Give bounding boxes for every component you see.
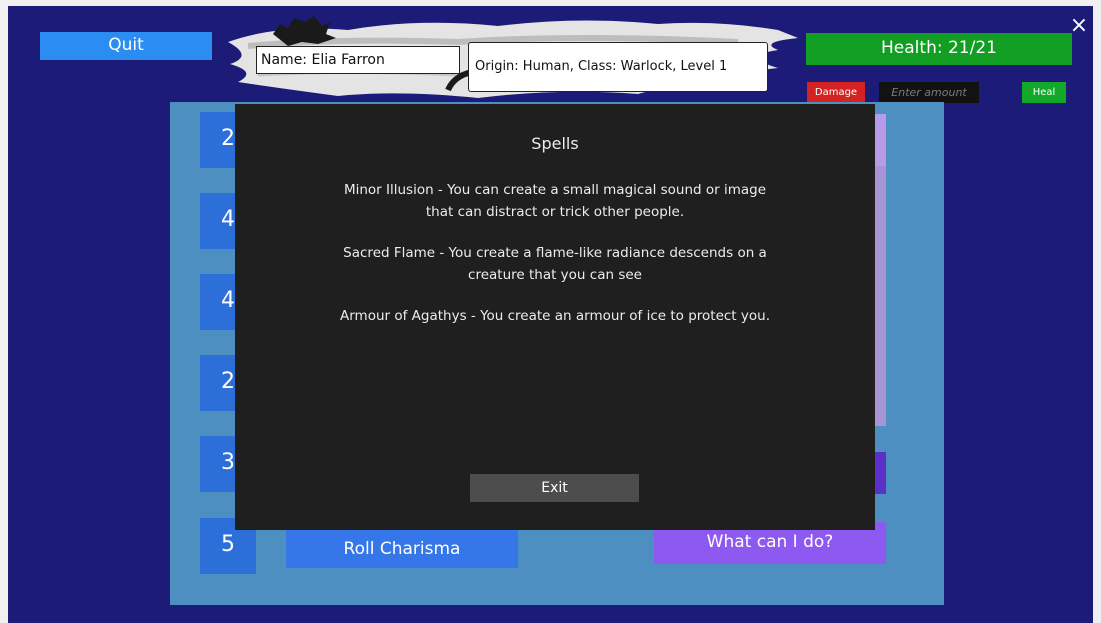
amount-input[interactable] [879, 82, 979, 103]
health-bar: Health: 21/21 [806, 33, 1072, 65]
stat-value: 2 [221, 126, 235, 151]
spell-armour-of-agathys: Armour of Agathys - You create an armour… [340, 308, 770, 324]
heal-button[interactable]: Heal [1022, 82, 1066, 103]
exit-button[interactable]: Exit [470, 474, 639, 502]
spell-minor-illusion: Minor Illusion - You can create a small … [343, 182, 767, 220]
stat-value: 4 [221, 288, 235, 313]
spell-list: Minor Illusion - You can create a small … [275, 179, 835, 346]
roll-charisma-button[interactable]: Roll Charisma [286, 530, 518, 568]
game-window: Quit Name: Elia Farron Origin: Human, Cl… [8, 6, 1093, 623]
spell-sacred-flame: Sacred Flame - You create a flame-like r… [343, 245, 767, 283]
stat-value: 3 [221, 450, 235, 475]
stat-value: 4 [221, 207, 235, 232]
damage-button[interactable]: Damage [807, 82, 865, 103]
stat-value: 2 [221, 369, 235, 394]
modal-title: Spells [531, 134, 579, 153]
character-origin: Origin: Human, Class: Warlock, Level 1 [468, 42, 768, 92]
quit-button[interactable]: Quit [40, 32, 212, 60]
character-name: Name: Elia Farron [256, 46, 460, 74]
spells-modal: Spells Minor Illusion - You can create a… [235, 104, 875, 530]
stat-value: 5 [221, 532, 235, 557]
